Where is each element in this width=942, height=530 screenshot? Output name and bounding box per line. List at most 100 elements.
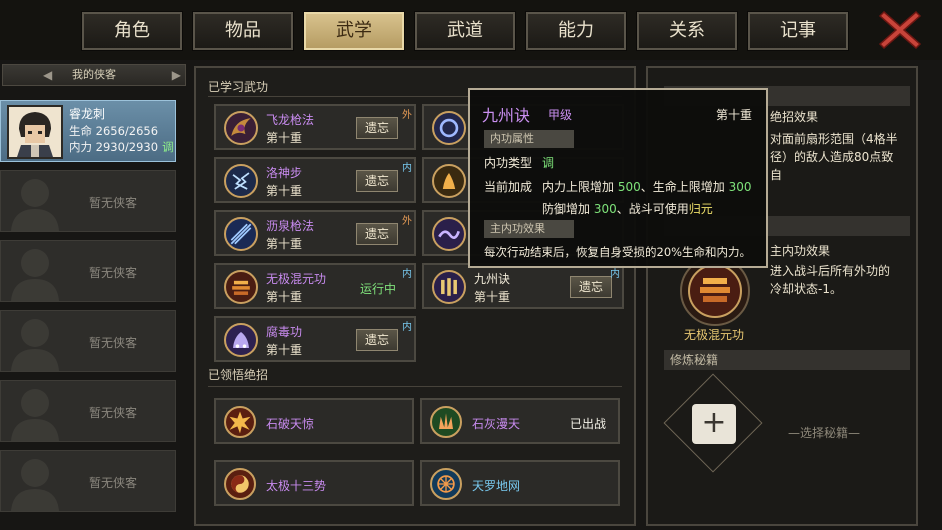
tooltip-grade: 甲级 [548,108,573,122]
tooltip-skill-name: 九州诀 [482,106,531,125]
skill-card[interactable]: 飞龙枪法 第十重 遗忘 外 [214,104,416,150]
move-name: 石破天惊 [266,417,315,431]
hero-mp: 内力 2930/2930 调 [69,140,174,154]
party-slot-empty[interactable]: 暂无侠客 [0,450,176,512]
silhouette-icon [11,459,59,511]
skill-name: 飞龙枪法 [266,113,315,127]
taiji-icon [224,468,256,500]
skill-level: 第十重 [266,184,303,198]
move-effect-line: 自 [770,168,783,182]
divider [208,386,622,387]
close-icon[interactable] [876,6,924,54]
skill-card[interactable]: 九州诀 第十重 遗忘 内 [422,263,624,309]
move-name: 太极十三势 [266,479,327,493]
tab-journal[interactable]: 记事 [747,11,849,51]
move-card[interactable]: 石灰漫天 已出战 [420,398,620,444]
tab-abilities[interactable]: 能力 [525,11,627,51]
tab-bar: 角色 物品 武学 武道 能力 关系 记事 [0,0,942,60]
dragon-spear-icon [224,111,258,145]
forget-button[interactable]: 遗忘 [570,276,612,298]
tab-items[interactable]: 物品 [192,11,294,51]
move-name: 天罗地网 [472,479,521,493]
spring-spear-icon [224,217,258,251]
empty-slot-label: 暂无侠客 [89,196,138,210]
deployed-status: 已出战 [570,417,607,431]
move-card[interactable]: 石破天惊 [214,398,414,444]
internal-effect-line: 进入战斗后所有外功的 [770,264,891,278]
skill-card[interactable]: 洛神步 第十重 遗忘 内 [214,157,416,203]
skill-level: 第十重 [266,131,303,145]
lightning-step-icon [224,164,258,198]
hero-hp: 生命 2656/2656 [69,124,159,138]
learned-skills-title: 已学习武功 [208,80,269,94]
poison-icon [224,323,258,357]
tooltip-attr-header: 内功属性 [484,130,574,148]
forget-button[interactable]: 遗忘 [356,170,398,192]
internal-effect-line: 冷却状态-1。 [770,282,842,296]
move-card[interactable]: 太极十三势 [214,460,414,506]
tooltip-level: 第十重 [716,108,753,122]
move-effect-title: 绝招效果 [770,110,819,124]
stone-burst-icon [224,406,256,438]
skill-name: 洛神步 [266,166,303,180]
skill-level: 第十重 [266,343,303,357]
running-status: 运行中 [360,282,397,296]
forget-button[interactable]: 遗忘 [356,223,398,245]
flame-icon [432,164,466,198]
skill-level: 第十重 [266,237,303,251]
forget-button[interactable]: 遗忘 [356,117,398,139]
select-manual-label[interactable]: —选择秘籍— [788,424,860,442]
silhouette-icon [11,179,59,231]
skill-tooltip: 九州诀 甲级 第十重 内功属性 内功类型 调 当前加成 内力上限增加 500、生… [468,88,768,268]
net-icon [430,468,462,500]
skill-name: 无极混元功 [266,272,327,286]
party-slot-hero[interactable]: 睿龙刺 生命 2656/2656 内力 2930/2930 调 [0,100,176,162]
altar-icon [224,270,258,304]
party-slot-empty[interactable]: 暂无侠客 [0,310,176,372]
silhouette-icon [11,249,59,301]
tab-relations[interactable]: 关系 [636,11,738,51]
scroll-right-icon[interactable]: ▶ [172,65,181,85]
tab-character[interactable]: 角色 [81,11,183,51]
skill-card[interactable]: 沥泉枪法 第十重 遗忘 外 [214,210,416,256]
tooltip-effect-text: 每次行动结束后，恢复自身受损的20%生命和内力。 [484,245,752,259]
external-tag: 外 [402,110,412,121]
party-header: ◀ 我的侠客 ▶ [2,64,186,86]
add-manual-button[interactable]: + [692,404,736,444]
internal-tag: 内 [402,269,412,280]
tooltip-type-value: 调 [542,156,555,170]
move-name: 石灰漫天 [472,417,521,431]
internal-skill-name: 无极混元功 [684,328,745,342]
tab-martial-way[interactable]: 武道 [414,11,516,51]
tooltip-bonus-label: 当前加成 [484,180,533,194]
scroll-left-icon[interactable]: ◀ [43,65,52,85]
tab-martial-arts[interactable]: 武学 [303,11,405,51]
tooltip-type-label: 内功类型 [484,156,533,170]
empty-slot-label: 暂无侠客 [89,406,138,420]
party-slot-empty[interactable]: 暂无侠客 [0,380,176,442]
internal-effect-title: 主内功效果 [770,244,831,258]
move-card[interactable]: 天罗地网 [420,460,620,506]
skill-level: 第十重 [474,290,511,304]
party-slot-empty[interactable]: 暂无侠客 [0,240,176,302]
tooltip-bonus-line: 内力上限增加 500、生命上限增加 300 [542,180,752,194]
skill-name: 九州诀 [474,272,511,286]
manual-header: 修炼秘籍 [664,350,910,370]
skill-level: 第十重 [266,290,303,304]
hero-name: 睿龙刺 [69,107,106,121]
empty-slot-label: 暂无侠客 [89,476,138,490]
silhouette-icon [11,319,59,371]
forget-button[interactable]: 遗忘 [356,329,398,351]
move-effect-line: 对面前扇形范围（4格半 [770,132,898,146]
party-slot-empty[interactable]: 暂无侠客 [0,170,176,232]
tooltip-effect-header: 主内功效果 [484,220,574,238]
party-header-label: 我的侠客 [72,68,116,81]
moves-title: 已领悟绝招 [208,368,269,382]
internal-tag: 内 [402,322,412,333]
silhouette-icon [11,389,59,441]
skill-name: 腐毒功 [266,325,303,339]
empty-slot-label: 暂无侠客 [89,266,138,280]
skill-card[interactable]: 无极混元功 第十重 运行中 内 [214,263,416,309]
pillars-icon [432,270,466,304]
skill-card[interactable]: 腐毒功 第十重 遗忘 内 [214,316,416,362]
